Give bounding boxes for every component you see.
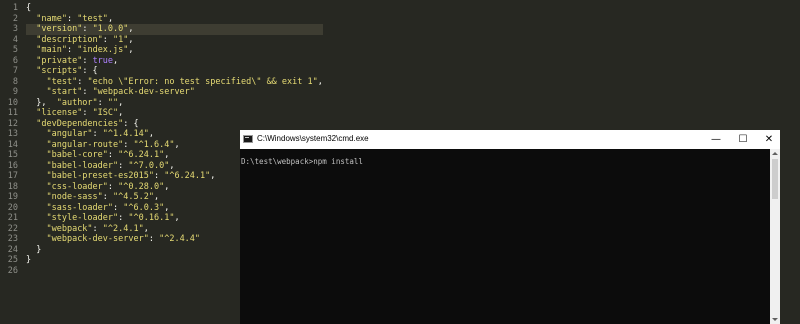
code-line[interactable]: }, "author": "", (26, 98, 323, 109)
line-number: 19 (7, 192, 18, 202)
line-number: 4 (12, 34, 18, 45)
line-number: 13 (7, 129, 18, 139)
line-number: 26 (7, 265, 18, 276)
line-number: 15 (7, 150, 18, 160)
line-number: 5 (12, 45, 18, 55)
minimize-button[interactable]: — (701, 130, 731, 149)
cmd-app-icon (243, 135, 253, 143)
scrollbar-thumb[interactable] (772, 159, 778, 199)
cmd-scrollbar[interactable] (770, 149, 780, 324)
code-line[interactable]: "version": "1.0.0", (26, 24, 323, 35)
code-line[interactable]: "scripts": { (26, 66, 323, 77)
line-number: 3 (12, 24, 18, 34)
line-number: 9 (12, 87, 18, 97)
code-line[interactable]: "test": "echo \"Error: no test specified… (26, 77, 322, 88)
line-number: 11 (7, 108, 18, 118)
line-number: 12 (7, 118, 18, 129)
line-number: 6 (12, 55, 18, 66)
cmd-window-title: C:\Windows\system32\cmd.exe (257, 134, 369, 143)
line-number: 10 (7, 97, 18, 108)
code-line[interactable]: "license": "ISC", (26, 108, 323, 119)
line-number: 25 (7, 255, 18, 265)
line-number: 24 (7, 244, 18, 255)
line-number: 20 (7, 202, 18, 213)
line-number: 23 (7, 234, 18, 244)
close-button[interactable]: ✕ (754, 130, 784, 149)
cmd-titlebar[interactable]: C:\Windows\system32\cmd.exe — ☐ ✕ (240, 130, 780, 149)
code-line[interactable]: "description": "1", (26, 35, 323, 46)
line-number: 17 (7, 171, 18, 181)
line-number: 16 (7, 160, 18, 171)
line-number: 22 (7, 223, 18, 234)
code-line[interactable]: "private": true, (26, 56, 323, 67)
code-line[interactable]: "devDependencies": { (26, 119, 323, 130)
code-line[interactable]: "main": "index.js", (26, 45, 323, 56)
line-number-gutter: 1 2 3 4 5 6 7 8 9 10 11 12 13 14 15 16 17 18 19 20 21 22 23 24 2… (0, 3, 18, 276)
code-line[interactable]: { (26, 3, 323, 14)
cmd-window[interactable]: C:\Windows\system32\cmd.exe — ☐ ✕ D:\tes… (240, 130, 780, 324)
code-line[interactable]: "name": "test", (26, 14, 323, 25)
line-number: 2 (12, 13, 18, 24)
scroll-down-arrow-icon[interactable] (772, 318, 778, 321)
command-prompt-line: D:\test\webpack>npm install (241, 157, 363, 166)
console-output[interactable]: D:\test\webpack>npm install (240, 149, 770, 324)
line-number: 21 (7, 213, 18, 223)
line-number: 1 (12, 3, 18, 13)
code-line[interactable]: "start": "webpack-dev-server" (26, 87, 323, 98)
scroll-up-arrow-icon[interactable] (772, 152, 778, 155)
line-number: 14 (7, 139, 18, 150)
line-number: 8 (12, 76, 18, 87)
line-number: 18 (7, 181, 18, 192)
line-number: 7 (12, 66, 18, 76)
